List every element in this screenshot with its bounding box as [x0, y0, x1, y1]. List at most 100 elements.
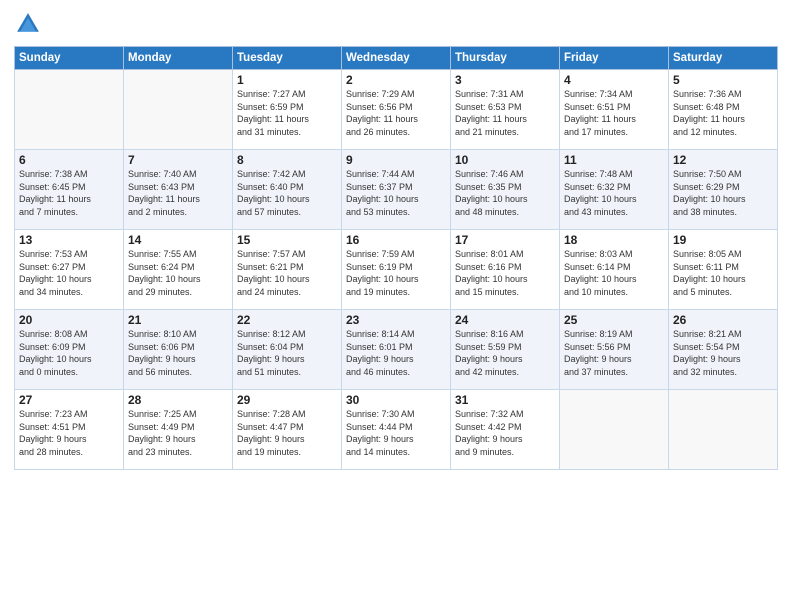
calendar-header-monday: Monday	[124, 47, 233, 70]
day-info: Sunrise: 8:05 AM Sunset: 6:11 PM Dayligh…	[673, 248, 773, 298]
day-info: Sunrise: 8:21 AM Sunset: 5:54 PM Dayligh…	[673, 328, 773, 378]
calendar-week-5: 27Sunrise: 7:23 AM Sunset: 4:51 PM Dayli…	[15, 390, 778, 470]
day-info: Sunrise: 7:34 AM Sunset: 6:51 PM Dayligh…	[564, 88, 664, 138]
calendar-cell	[124, 70, 233, 150]
calendar: SundayMondayTuesdayWednesdayThursdayFrid…	[14, 46, 778, 470]
calendar-week-4: 20Sunrise: 8:08 AM Sunset: 6:09 PM Dayli…	[15, 310, 778, 390]
calendar-header-sunday: Sunday	[15, 47, 124, 70]
day-number: 9	[346, 153, 446, 167]
day-number: 26	[673, 313, 773, 327]
calendar-cell: 16Sunrise: 7:59 AM Sunset: 6:19 PM Dayli…	[342, 230, 451, 310]
calendar-cell: 11Sunrise: 7:48 AM Sunset: 6:32 PM Dayli…	[560, 150, 669, 230]
calendar-cell: 5Sunrise: 7:36 AM Sunset: 6:48 PM Daylig…	[669, 70, 778, 150]
day-info: Sunrise: 7:42 AM Sunset: 6:40 PM Dayligh…	[237, 168, 337, 218]
day-number: 15	[237, 233, 337, 247]
day-number: 31	[455, 393, 555, 407]
calendar-header-tuesday: Tuesday	[233, 47, 342, 70]
day-number: 4	[564, 73, 664, 87]
day-info: Sunrise: 8:12 AM Sunset: 6:04 PM Dayligh…	[237, 328, 337, 378]
calendar-cell: 29Sunrise: 7:28 AM Sunset: 4:47 PM Dayli…	[233, 390, 342, 470]
day-info: Sunrise: 7:28 AM Sunset: 4:47 PM Dayligh…	[237, 408, 337, 458]
day-number: 30	[346, 393, 446, 407]
calendar-cell: 24Sunrise: 8:16 AM Sunset: 5:59 PM Dayli…	[451, 310, 560, 390]
logo	[14, 10, 46, 38]
day-info: Sunrise: 7:38 AM Sunset: 6:45 PM Dayligh…	[19, 168, 119, 218]
calendar-cell: 8Sunrise: 7:42 AM Sunset: 6:40 PM Daylig…	[233, 150, 342, 230]
day-info: Sunrise: 7:40 AM Sunset: 6:43 PM Dayligh…	[128, 168, 228, 218]
day-number: 7	[128, 153, 228, 167]
calendar-cell: 26Sunrise: 8:21 AM Sunset: 5:54 PM Dayli…	[669, 310, 778, 390]
day-info: Sunrise: 8:10 AM Sunset: 6:06 PM Dayligh…	[128, 328, 228, 378]
calendar-cell	[560, 390, 669, 470]
calendar-header-saturday: Saturday	[669, 47, 778, 70]
calendar-cell: 9Sunrise: 7:44 AM Sunset: 6:37 PM Daylig…	[342, 150, 451, 230]
calendar-cell: 4Sunrise: 7:34 AM Sunset: 6:51 PM Daylig…	[560, 70, 669, 150]
calendar-cell: 31Sunrise: 7:32 AM Sunset: 4:42 PM Dayli…	[451, 390, 560, 470]
calendar-cell: 22Sunrise: 8:12 AM Sunset: 6:04 PM Dayli…	[233, 310, 342, 390]
day-info: Sunrise: 7:25 AM Sunset: 4:49 PM Dayligh…	[128, 408, 228, 458]
day-info: Sunrise: 7:50 AM Sunset: 6:29 PM Dayligh…	[673, 168, 773, 218]
day-number: 19	[673, 233, 773, 247]
day-info: Sunrise: 8:03 AM Sunset: 6:14 PM Dayligh…	[564, 248, 664, 298]
day-number: 12	[673, 153, 773, 167]
day-number: 29	[237, 393, 337, 407]
day-info: Sunrise: 8:08 AM Sunset: 6:09 PM Dayligh…	[19, 328, 119, 378]
calendar-cell: 12Sunrise: 7:50 AM Sunset: 6:29 PM Dayli…	[669, 150, 778, 230]
day-number: 5	[673, 73, 773, 87]
day-number: 21	[128, 313, 228, 327]
calendar-cell: 27Sunrise: 7:23 AM Sunset: 4:51 PM Dayli…	[15, 390, 124, 470]
day-info: Sunrise: 8:01 AM Sunset: 6:16 PM Dayligh…	[455, 248, 555, 298]
calendar-cell: 6Sunrise: 7:38 AM Sunset: 6:45 PM Daylig…	[15, 150, 124, 230]
calendar-cell: 13Sunrise: 7:53 AM Sunset: 6:27 PM Dayli…	[15, 230, 124, 310]
day-number: 6	[19, 153, 119, 167]
page: SundayMondayTuesdayWednesdayThursdayFrid…	[0, 0, 792, 612]
day-info: Sunrise: 8:19 AM Sunset: 5:56 PM Dayligh…	[564, 328, 664, 378]
calendar-week-2: 6Sunrise: 7:38 AM Sunset: 6:45 PM Daylig…	[15, 150, 778, 230]
day-info: Sunrise: 7:55 AM Sunset: 6:24 PM Dayligh…	[128, 248, 228, 298]
day-info: Sunrise: 7:59 AM Sunset: 6:19 PM Dayligh…	[346, 248, 446, 298]
day-number: 3	[455, 73, 555, 87]
logo-icon	[14, 10, 42, 38]
calendar-header-thursday: Thursday	[451, 47, 560, 70]
calendar-cell: 14Sunrise: 7:55 AM Sunset: 6:24 PM Dayli…	[124, 230, 233, 310]
day-info: Sunrise: 7:36 AM Sunset: 6:48 PM Dayligh…	[673, 88, 773, 138]
calendar-cell: 30Sunrise: 7:30 AM Sunset: 4:44 PM Dayli…	[342, 390, 451, 470]
calendar-cell: 17Sunrise: 8:01 AM Sunset: 6:16 PM Dayli…	[451, 230, 560, 310]
day-number: 16	[346, 233, 446, 247]
calendar-cell: 3Sunrise: 7:31 AM Sunset: 6:53 PM Daylig…	[451, 70, 560, 150]
day-number: 17	[455, 233, 555, 247]
day-info: Sunrise: 7:57 AM Sunset: 6:21 PM Dayligh…	[237, 248, 337, 298]
calendar-cell: 23Sunrise: 8:14 AM Sunset: 6:01 PM Dayli…	[342, 310, 451, 390]
calendar-week-1: 1Sunrise: 7:27 AM Sunset: 6:59 PM Daylig…	[15, 70, 778, 150]
day-info: Sunrise: 7:29 AM Sunset: 6:56 PM Dayligh…	[346, 88, 446, 138]
day-info: Sunrise: 7:48 AM Sunset: 6:32 PM Dayligh…	[564, 168, 664, 218]
day-number: 1	[237, 73, 337, 87]
calendar-cell: 15Sunrise: 7:57 AM Sunset: 6:21 PM Dayli…	[233, 230, 342, 310]
day-number: 20	[19, 313, 119, 327]
calendar-cell: 10Sunrise: 7:46 AM Sunset: 6:35 PM Dayli…	[451, 150, 560, 230]
day-info: Sunrise: 7:23 AM Sunset: 4:51 PM Dayligh…	[19, 408, 119, 458]
calendar-cell: 20Sunrise: 8:08 AM Sunset: 6:09 PM Dayli…	[15, 310, 124, 390]
calendar-header-friday: Friday	[560, 47, 669, 70]
calendar-header-wednesday: Wednesday	[342, 47, 451, 70]
day-info: Sunrise: 7:53 AM Sunset: 6:27 PM Dayligh…	[19, 248, 119, 298]
day-number: 27	[19, 393, 119, 407]
calendar-cell	[669, 390, 778, 470]
calendar-header-row: SundayMondayTuesdayWednesdayThursdayFrid…	[15, 47, 778, 70]
day-number: 24	[455, 313, 555, 327]
calendar-cell: 2Sunrise: 7:29 AM Sunset: 6:56 PM Daylig…	[342, 70, 451, 150]
day-number: 22	[237, 313, 337, 327]
day-info: Sunrise: 7:44 AM Sunset: 6:37 PM Dayligh…	[346, 168, 446, 218]
day-info: Sunrise: 7:46 AM Sunset: 6:35 PM Dayligh…	[455, 168, 555, 218]
day-number: 2	[346, 73, 446, 87]
day-number: 23	[346, 313, 446, 327]
day-number: 18	[564, 233, 664, 247]
day-info: Sunrise: 7:27 AM Sunset: 6:59 PM Dayligh…	[237, 88, 337, 138]
day-number: 14	[128, 233, 228, 247]
day-info: Sunrise: 7:31 AM Sunset: 6:53 PM Dayligh…	[455, 88, 555, 138]
day-number: 8	[237, 153, 337, 167]
calendar-cell: 19Sunrise: 8:05 AM Sunset: 6:11 PM Dayli…	[669, 230, 778, 310]
day-number: 25	[564, 313, 664, 327]
day-number: 11	[564, 153, 664, 167]
day-info: Sunrise: 8:14 AM Sunset: 6:01 PM Dayligh…	[346, 328, 446, 378]
